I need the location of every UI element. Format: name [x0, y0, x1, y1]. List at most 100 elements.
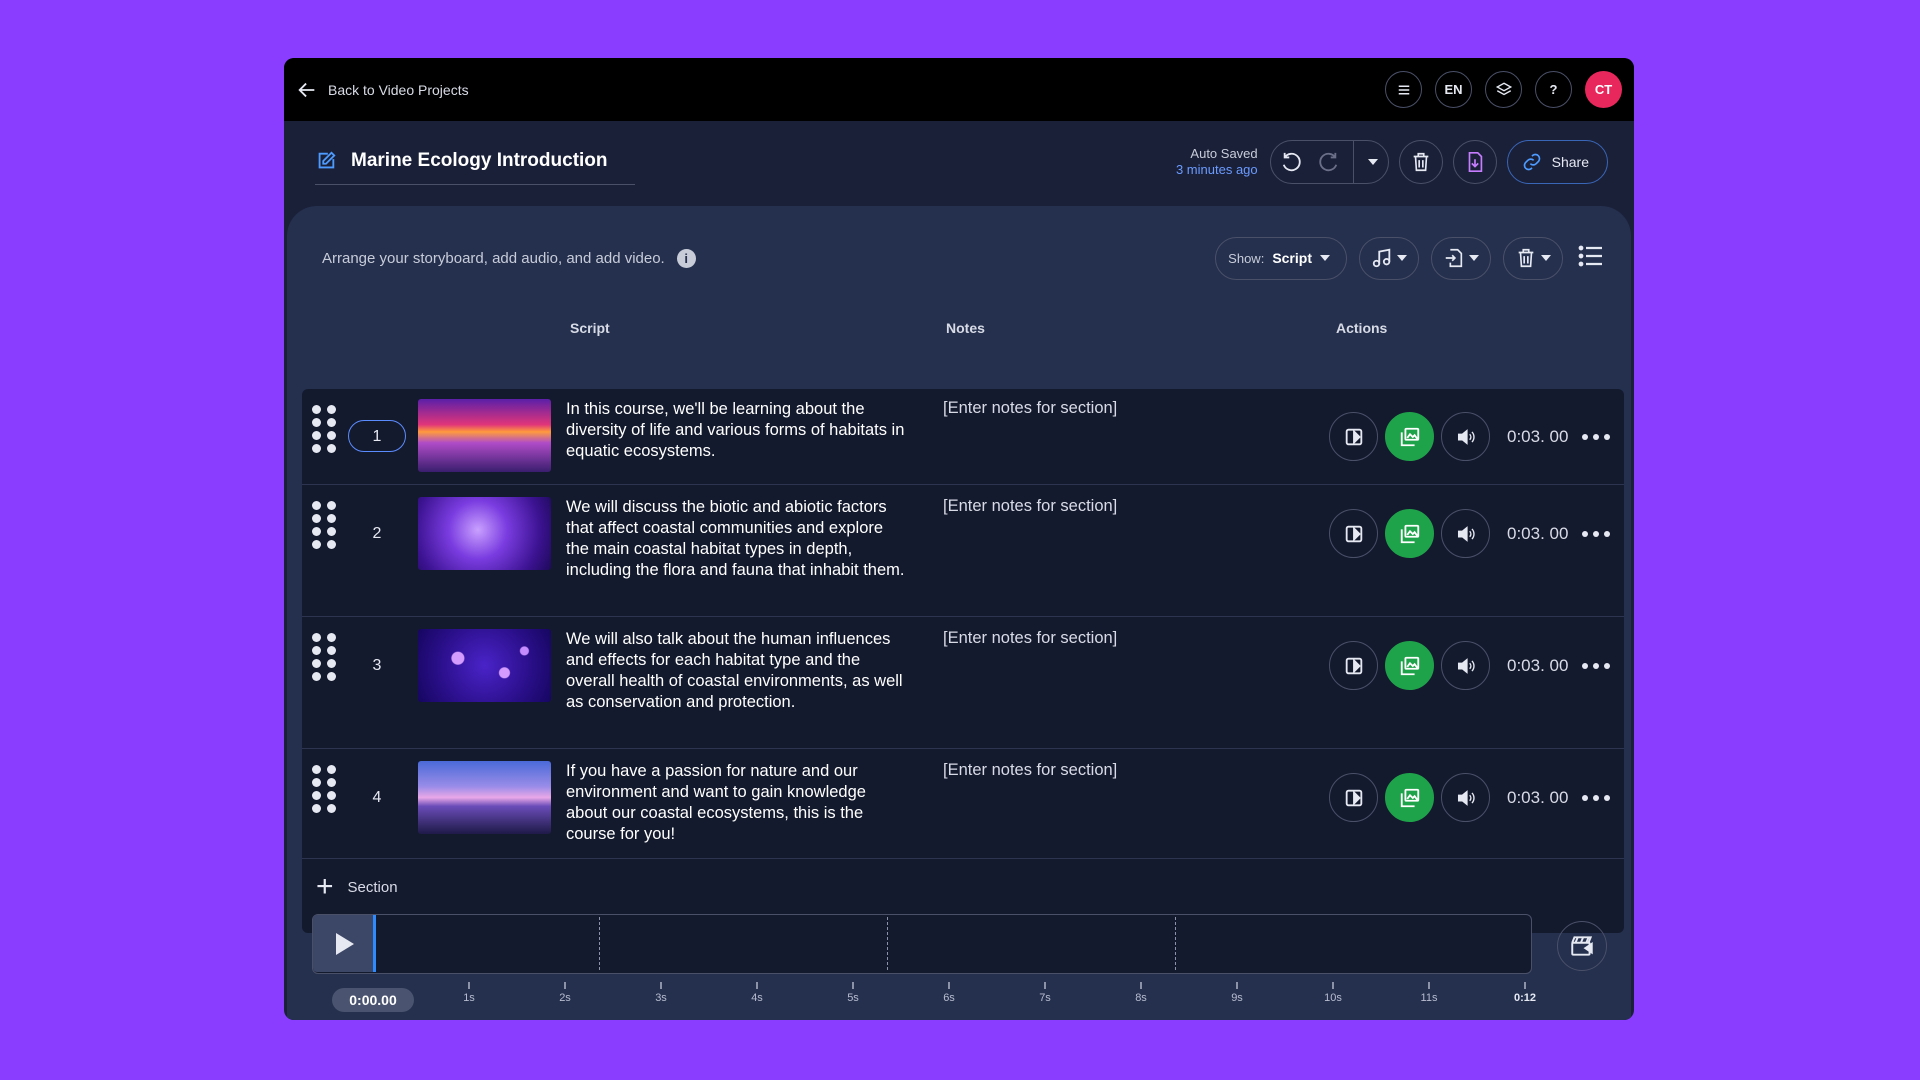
import-icon	[1445, 248, 1463, 268]
media-button[interactable]	[1385, 773, 1434, 822]
timeline-tick: 1s	[449, 982, 489, 1004]
column-header-actions: Actions	[1336, 320, 1388, 336]
delete-dropdown[interactable]	[1503, 236, 1563, 280]
add-section-button[interactable]: + Section	[302, 859, 398, 915]
section-script[interactable]: We will also talk about the human influe…	[566, 629, 906, 713]
show-select[interactable]: Show: Script	[1215, 236, 1347, 280]
drag-handle-icon[interactable]	[312, 765, 338, 813]
section-notes[interactable]: [Enter notes for section]	[943, 497, 1117, 516]
project-title: Marine Ecology Introduction	[351, 149, 608, 171]
more-options-icon[interactable]	[1582, 530, 1610, 537]
chevron-down-icon	[1320, 255, 1330, 261]
undo-icon[interactable]	[1281, 151, 1303, 173]
more-options-icon[interactable]	[1582, 433, 1610, 440]
media-button[interactable]	[1385, 412, 1434, 461]
timeline-track[interactable]	[312, 914, 1532, 974]
audio-button[interactable]	[1441, 412, 1490, 461]
section-number[interactable]: 2	[348, 518, 406, 550]
more-options-icon[interactable]	[1582, 794, 1610, 801]
music-note-icon	[1372, 248, 1391, 268]
section-thumbnail[interactable]	[418, 399, 551, 472]
sections-table: 1 In this course, we'll be learning abou…	[302, 389, 1624, 933]
top-bar: Back to Video Projects EN ? CT	[284, 58, 1634, 121]
project-header: Marine Ecology Introduction Auto Saved 3…	[284, 121, 1634, 203]
share-button[interactable]: Share	[1506, 140, 1608, 184]
trash-icon	[1413, 152, 1428, 172]
column-header-script: Script	[570, 320, 610, 336]
section-notes[interactable]: [Enter notes for section]	[943, 399, 1117, 418]
audio-dropdown[interactable]	[1359, 236, 1419, 280]
arrow-left-icon	[298, 82, 315, 97]
delete-project-button[interactable]	[1398, 140, 1443, 184]
storyboard-toolbar: Arrange your storyboard, add audio, and …	[287, 206, 1631, 310]
section-notes[interactable]: [Enter notes for section]	[943, 629, 1117, 648]
drag-handle-icon[interactable]	[312, 633, 338, 681]
help-button[interactable]: ?	[1535, 71, 1572, 108]
trash-icon	[1518, 248, 1534, 268]
timeline-tick: 3s	[641, 982, 681, 1004]
timeline-tick: 7s	[1025, 982, 1065, 1004]
section-script[interactable]: If you have a passion for nature and our…	[566, 761, 906, 845]
import-dropdown[interactable]	[1431, 236, 1491, 280]
more-options-icon[interactable]	[1582, 662, 1610, 669]
audio-button[interactable]	[1441, 773, 1490, 822]
show-value: Script	[1272, 250, 1312, 266]
section-script[interactable]: We will discuss the biotic and abiotic f…	[566, 497, 906, 581]
language-button[interactable]: EN	[1435, 71, 1472, 108]
user-avatar[interactable]: CT	[1585, 71, 1622, 108]
section-thumbnail[interactable]	[418, 629, 551, 702]
section-duration: 0:03. 00	[1507, 655, 1569, 675]
layers-button[interactable]	[1485, 71, 1522, 108]
menu-button[interactable]	[1385, 71, 1422, 108]
back-to-projects-link[interactable]: Back to Video Projects	[296, 79, 469, 101]
timeline-tick: 5s	[833, 982, 873, 1004]
redo-icon[interactable]	[1317, 151, 1339, 173]
speaker-icon	[1457, 657, 1475, 674]
transition-button[interactable]	[1329, 509, 1378, 558]
section-divider	[887, 917, 888, 970]
transition-icon	[1345, 428, 1362, 445]
info-icon[interactable]: i	[676, 248, 696, 268]
drag-handle-icon[interactable]	[312, 405, 338, 453]
speaker-icon	[1457, 789, 1475, 806]
chevron-down-icon	[1469, 255, 1479, 261]
audio-button[interactable]	[1441, 509, 1490, 558]
media-button[interactable]	[1385, 509, 1434, 558]
section-number[interactable]: 3	[348, 650, 406, 682]
drag-handle-icon[interactable]	[312, 501, 338, 549]
render-video-button[interactable]	[1557, 921, 1607, 971]
media-button[interactable]	[1385, 641, 1434, 690]
playhead[interactable]	[373, 915, 376, 972]
transition-icon	[1345, 657, 1362, 674]
play-button[interactable]	[313, 915, 373, 972]
images-icon	[1400, 524, 1419, 543]
section-script[interactable]: In this course, we'll be learning about …	[566, 399, 906, 462]
section-divider	[1175, 917, 1176, 970]
chevron-down-icon	[1541, 255, 1551, 261]
audio-button[interactable]	[1441, 641, 1490, 690]
section-thumbnail[interactable]	[418, 761, 551, 834]
project-title-field[interactable]: Marine Ecology Introduction	[315, 150, 635, 185]
chevron-down-icon[interactable]	[1367, 159, 1378, 165]
list-view-button[interactable]	[1575, 240, 1607, 277]
edit-icon	[318, 150, 336, 168]
section-thumbnail[interactable]	[418, 497, 551, 570]
list-icon	[1578, 245, 1602, 266]
transition-button[interactable]	[1329, 773, 1378, 822]
section-row: 1 In this course, we'll be learning abou…	[302, 389, 1624, 485]
transition-button[interactable]	[1329, 641, 1378, 690]
timeline-tick: 9s	[1217, 982, 1257, 1004]
section-notes[interactable]: [Enter notes for section]	[943, 761, 1117, 780]
section-divider	[599, 917, 600, 970]
add-section-label: Section	[347, 878, 398, 896]
back-label: Back to Video Projects	[328, 81, 469, 98]
speaker-icon	[1457, 428, 1475, 445]
play-icon	[336, 932, 354, 955]
timeline-tick: 10s	[1313, 982, 1353, 1004]
export-button[interactable]	[1452, 140, 1497, 184]
transition-button[interactable]	[1329, 412, 1378, 461]
section-number[interactable]: 4	[348, 782, 406, 814]
section-row: 4 If you have a passion for nature and o…	[302, 749, 1624, 859]
section-number[interactable]: 1	[348, 420, 406, 452]
divider	[1352, 141, 1354, 183]
